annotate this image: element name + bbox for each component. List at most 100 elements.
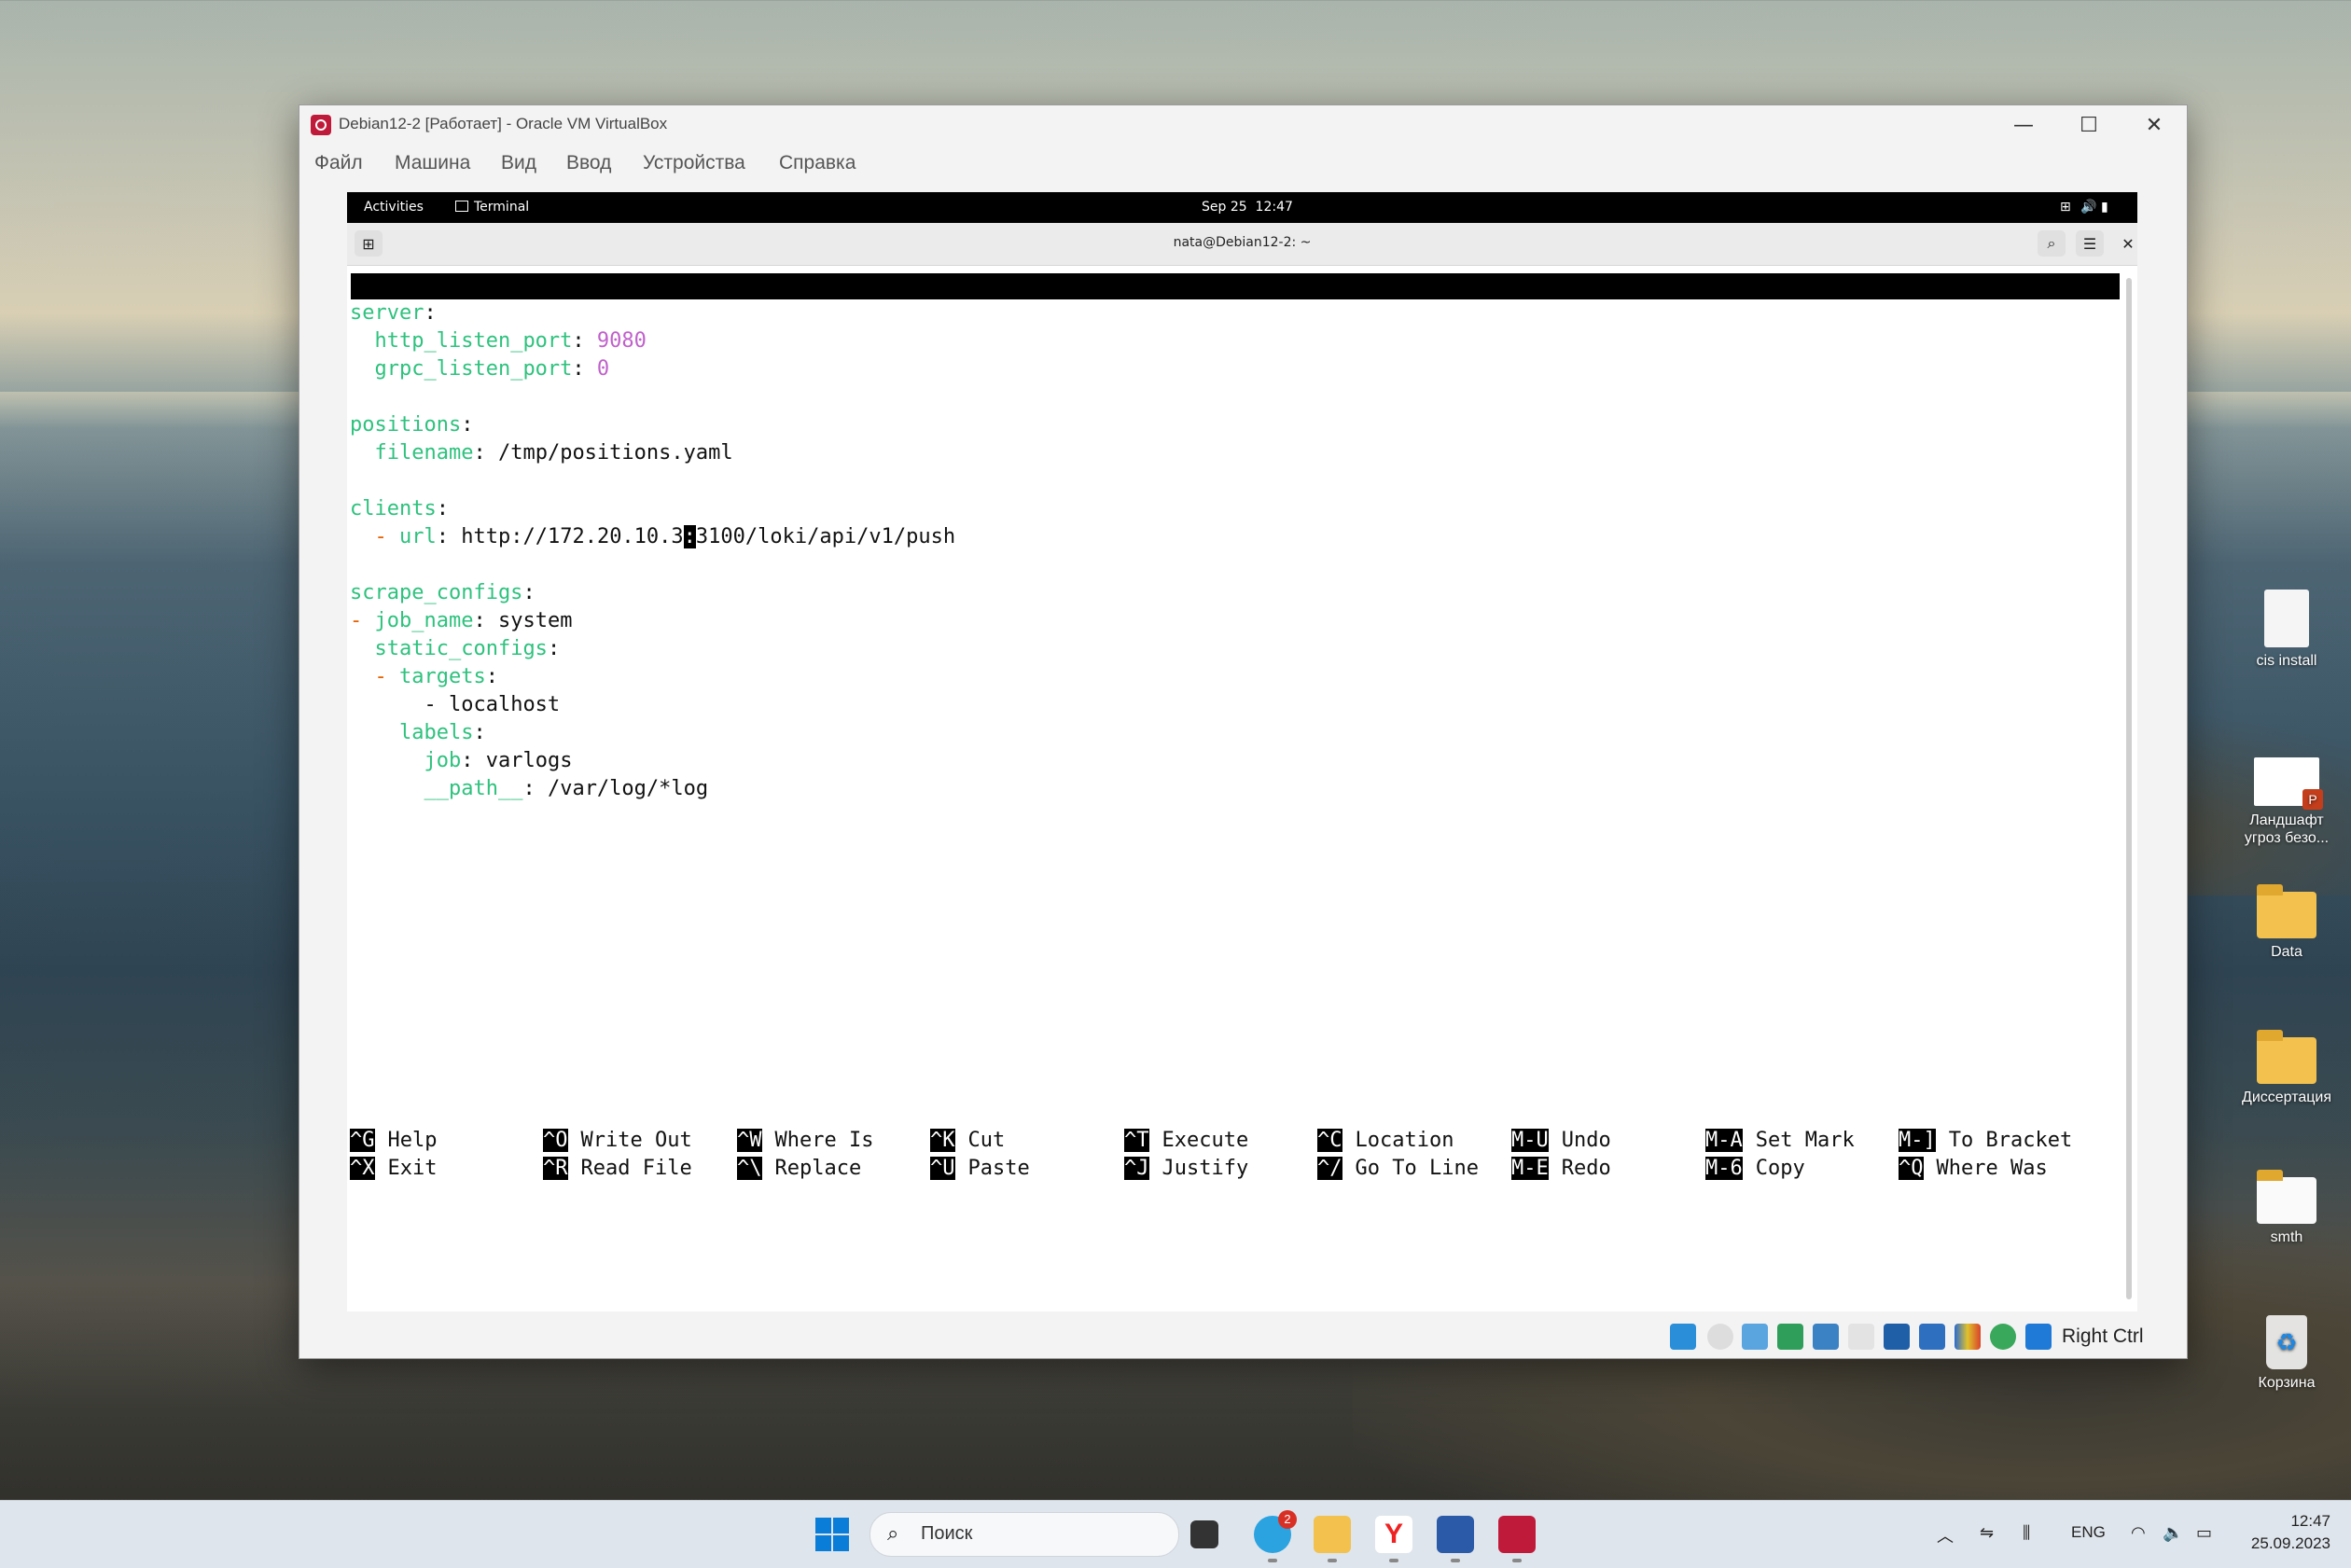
code-line-5: positions: [350, 413, 474, 437]
terminal-app-icon [455, 201, 468, 212]
telegram-icon[interactable]: 2 [1254, 1510, 1297, 1553]
host-key-label: Right Ctrl [2062, 1325, 2144, 1347]
desktop-icon-cis-install[interactable]: cis install [2235, 590, 2338, 670]
usb-icon[interactable] [1813, 1324, 1839, 1350]
vm-status-bar: Right Ctrl [299, 1314, 2187, 1358]
shortcut-6-row1: M-U Undo [1511, 1127, 1611, 1155]
shortcut-label: Redo [1561, 1157, 1611, 1180]
menu-machine[interactable]: Машина [395, 152, 470, 174]
volume-icon[interactable]: 🔊 [2080, 200, 2096, 215]
running-indicator [1328, 1559, 1337, 1562]
shortcut-key: ^T [1124, 1129, 1149, 1152]
debian-vm-icon[interactable] [1498, 1516, 1536, 1553]
desktop-icon-recycle-bin[interactable]: Корзина [2235, 1315, 2338, 1392]
task-view-icon[interactable] [1190, 1520, 1218, 1548]
cpu-icon[interactable] [1955, 1324, 1981, 1350]
speaker-muted-icon[interactable]: 🔈 [2163, 1523, 2183, 1543]
file-explorer-icon[interactable] [1314, 1516, 1351, 1553]
shortcut-key: ^R [543, 1157, 568, 1180]
desktop-icon-presentation[interactable]: Ландшафт угроз безо... [2235, 757, 2338, 847]
optical-drive-icon[interactable] [1707, 1324, 1733, 1350]
minimize-button[interactable]: — [1991, 105, 2056, 145]
menu-input[interactable]: Ввод [566, 152, 611, 174]
menu-help[interactable]: Справка [779, 152, 856, 174]
menu-view[interactable]: Вид [501, 152, 536, 174]
menu-devices[interactable]: Устройства [643, 152, 745, 174]
battery-icon[interactable]: ▮ [2101, 200, 2108, 215]
terminal-app-menu[interactable]: Terminal [455, 200, 529, 215]
code-line-17: job: varlogs [424, 749, 573, 772]
shortcut-label: Replace [774, 1157, 862, 1180]
code-line-2: http_listen_port: 9080 [374, 329, 647, 353]
desktop-icon-data[interactable]: Data [2235, 884, 2338, 961]
virtualbox-app-icon [311, 115, 331, 135]
video-capture-icon[interactable] [1919, 1324, 1945, 1350]
meter-icon[interactable]: ⫼ [2023, 1523, 2030, 1543]
search-button[interactable]: ⌕ [2038, 230, 2066, 257]
shortcut-label: Where Was [1936, 1157, 2048, 1180]
taskbar-clock[interactable]: 12:47 25.09.2023 [2251, 1510, 2330, 1555]
guest-display[interactable]: Activities Terminal Sep 25 12:47 ⊞ 🔊 ▮ ⊞… [347, 192, 2137, 1311]
recycle-bin-icon [2266, 1315, 2307, 1369]
shortcut-8-row2: ^Q Where Was [1899, 1155, 2048, 1183]
notification-badge: 2 [1278, 1510, 1297, 1529]
language-indicator[interactable]: ENG [2071, 1523, 2106, 1542]
search-icon: ⌕ [887, 1522, 899, 1546]
code-line-11: scrape_configs: [350, 581, 536, 604]
gnome-clock[interactable]: Sep 25 12:47 [1202, 200, 1293, 215]
shortcut-label: To Bracket [1948, 1129, 2073, 1152]
shortcut-8-row1: M-] To Bracket [1899, 1127, 2072, 1155]
start-button[interactable] [815, 1518, 849, 1551]
folder-icon [2257, 884, 2316, 938]
shortcut-4-row1: ^T Execute [1124, 1127, 1248, 1155]
show-hidden-icons-chevron[interactable]: ︿ [1937, 1523, 1954, 1547]
shortcut-key: M-] [1899, 1129, 1936, 1152]
shortcut-key: ^K [930, 1129, 955, 1152]
nano-filename: promtail-local-config.yaml * [1103, 326, 1449, 350]
taskbar-search[interactable]: ⌕ Поиск [869, 1512, 1179, 1557]
close-button[interactable]: ✕ [2121, 105, 2187, 145]
network-icon[interactable]: ⊞ [2060, 200, 2071, 215]
open-folder-icon [2257, 1170, 2316, 1224]
window-titlebar[interactable]: Debian12-2 [Работает] - Oracle VM Virtua… [299, 105, 2187, 145]
code-line-18: __path__: /var/log/*log [424, 777, 709, 800]
menu-file[interactable]: Файл [314, 152, 363, 174]
shortcut-6-row2: M-E Redo [1511, 1155, 1611, 1183]
shortcut-label: Execute [1162, 1129, 1249, 1152]
display-icon[interactable] [1884, 1324, 1910, 1350]
hamburger-menu-button[interactable]: ☰ [2076, 230, 2104, 257]
maximize-button[interactable]: ☐ [2056, 105, 2121, 145]
hard-disk-icon[interactable] [1670, 1324, 1696, 1350]
desktop-icon-label: Корзина [2258, 1375, 2316, 1391]
shortcut-7-row2: M-6 Copy [1705, 1155, 1805, 1183]
settings-sliders-icon[interactable]: ⇋ [1980, 1523, 1994, 1543]
close-terminal-button[interactable]: ✕ [2114, 230, 2142, 257]
wifi-icon[interactable]: ◠ [2131, 1523, 2146, 1543]
desktop-icon-label: smth [2270, 1229, 2303, 1245]
nano-editor[interactable]: GNU nano 7.2 promtail-local-config.yaml … [347, 266, 2124, 1311]
yandex-browser-icon[interactable]: Y [1375, 1516, 1412, 1553]
shortcut-label: Go To Line [1355, 1157, 1479, 1180]
shortcut-key: ^Q [1899, 1157, 1924, 1180]
keyboard-capture-icon[interactable] [2025, 1324, 2052, 1350]
running-indicator [1268, 1559, 1277, 1562]
clock-date: 25.09.2023 [2250, 1534, 2330, 1552]
shortcut-5-row1: ^C Location [1317, 1127, 1454, 1155]
network-adapter-icon[interactable] [1777, 1324, 1803, 1350]
activities-button[interactable]: Activities [364, 200, 424, 215]
virtualbox-icon[interactable] [1437, 1516, 1474, 1553]
shortcut-key: ^U [930, 1157, 955, 1180]
shortcut-label: Paste [967, 1157, 1030, 1180]
running-indicator [1451, 1559, 1460, 1562]
code-line-12: - job_name: system [350, 609, 573, 632]
mouse-integration-icon[interactable] [1990, 1324, 2016, 1350]
text-file-icon [2264, 590, 2309, 647]
desktop-icon-smth[interactable]: smth [2235, 1170, 2338, 1246]
desktop-icon-label: cis install [2256, 653, 2317, 669]
battery-icon[interactable]: ▭ [2196, 1523, 2212, 1543]
shared-folders-icon[interactable] [1848, 1324, 1874, 1350]
desktop-icon-dissertation[interactable]: Диссертация [2235, 1030, 2338, 1106]
menu-icon: ☰ [2082, 234, 2097, 253]
audio-icon[interactable] [1742, 1324, 1768, 1350]
terminal-scrollbar[interactable] [2126, 278, 2132, 1299]
